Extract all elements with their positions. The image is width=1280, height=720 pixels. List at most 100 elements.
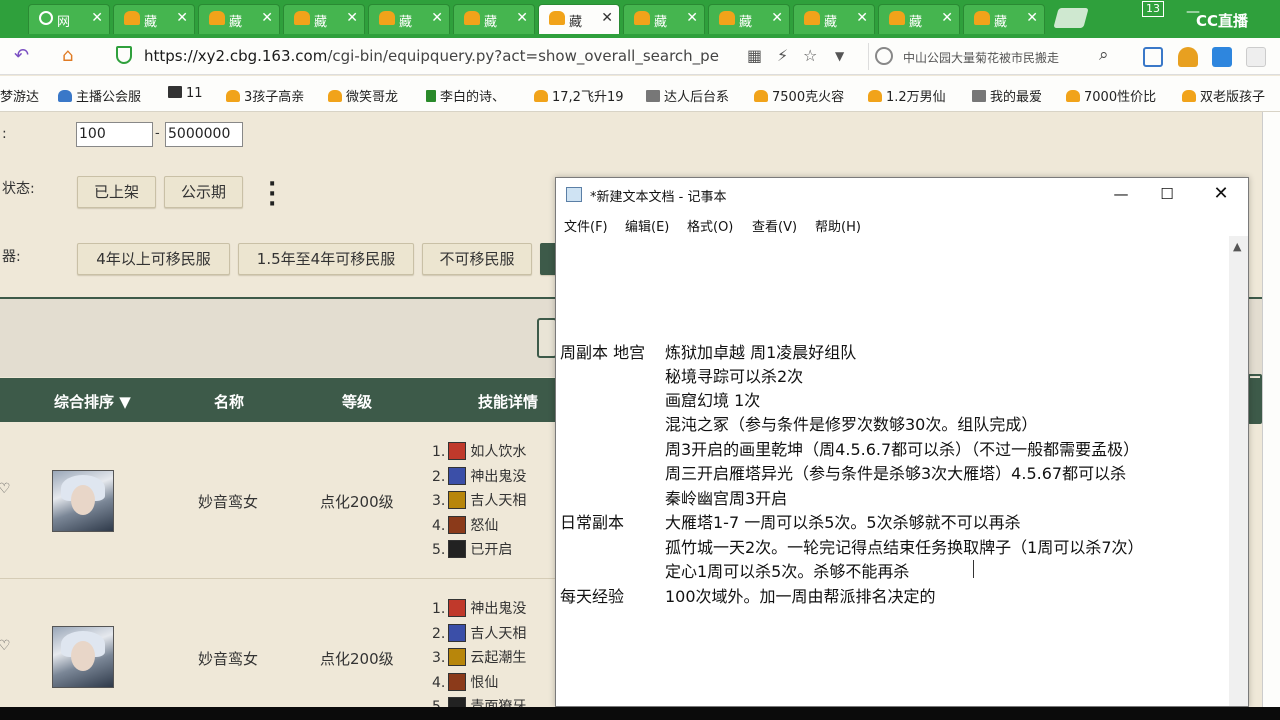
bookmark-6[interactable]: 17,2飞升19 <box>534 86 624 105</box>
close-tab-icon[interactable]: ✕ <box>686 10 698 26</box>
translate-icon[interactable] <box>1212 47 1232 67</box>
search-box[interactable]: 中山公园大量菊花被市民搬走 ⌕ <box>868 43 1120 70</box>
migrate-none-button[interactable]: 不可移民服 <box>422 243 532 275</box>
close-button[interactable]: ✕ <box>1198 182 1244 206</box>
bookmark-8[interactable]: 7500克火容 <box>754 86 844 105</box>
star-icon[interactable]: ☆ <box>803 46 817 65</box>
heart-icon[interactable]: ♡ <box>0 481 11 497</box>
close-tab-icon[interactable]: ✕ <box>601 10 613 26</box>
search-input[interactable]: 中山公园大量菊花被市民搬走 <box>903 49 1089 66</box>
skill-icon[interactable] <box>448 540 467 558</box>
menu-file[interactable]: 文件(F) <box>564 216 608 235</box>
bookmark-5[interactable]: 李白的诗、 <box>426 86 505 105</box>
bookmark-9[interactable]: 1.2万男仙 <box>868 86 946 105</box>
sort-header[interactable]: 综合排序 ▼ <box>54 391 131 412</box>
notepad-window[interactable]: *新建文本文档 - 记事本 — ☐ ✕ 文件(F) 编辑(E) 格式(O) 查看… <box>555 177 1249 707</box>
browser-tab-1[interactable]: 藏 ✕ <box>113 4 195 34</box>
key-icon[interactable] <box>1178 47 1198 67</box>
login-icon[interactable] <box>1143 47 1163 67</box>
scroll-up-icon[interactable]: ▲ <box>1233 240 1241 253</box>
chevron-down-icon[interactable]: ▼ <box>835 49 844 63</box>
skill-icon[interactable] <box>448 442 467 460</box>
close-tab-icon[interactable]: ✕ <box>516 10 528 26</box>
url-field[interactable]: https://xy2.cbg.163.com/cgi-bin/equipque… <box>110 43 855 70</box>
tab-count-badge[interactable]: 13 <box>1142 1 1164 17</box>
migrate-4y-button[interactable]: 4年以上可移民服 <box>77 243 230 275</box>
table-row[interactable]: ♡ 妙音鸾女 点化200级 1. 如人饮水 2. 神出鬼没 3. 吉人天相 4. 怒仙 … <box>0 423 556 579</box>
view-toggle-button[interactable] <box>537 318 557 358</box>
search-icon[interactable]: ⌕ <box>1099 45 1109 65</box>
item-name[interactable]: 妙音鸾女 <box>198 491 258 512</box>
new-tab-button[interactable] <box>1053 8 1089 28</box>
menu-view[interactable]: 查看(V) <box>752 216 797 235</box>
menu-format[interactable]: 格式(O) <box>687 216 733 235</box>
browser-tab-6-active[interactable]: 藏 ✕ <box>538 4 620 34</box>
bookmark-11[interactable]: 7000性价比 <box>1066 86 1156 105</box>
browser-tab-9[interactable]: 藏 ✕ <box>793 4 875 34</box>
side-panel-tab[interactable] <box>1248 374 1262 424</box>
migrate-1-5y-button[interactable]: 1.5年至4年可移民服 <box>238 243 414 275</box>
browser-tab-7[interactable]: 藏 ✕ <box>623 4 705 34</box>
bookmark-2[interactable]: 11 <box>168 86 203 101</box>
lightning-icon[interactable]: ⚡ <box>777 46 788 65</box>
menu-edit[interactable]: 编辑(E) <box>625 216 669 235</box>
bookmark-1[interactable]: 主播公会服 <box>58 86 141 105</box>
skill-icon[interactable] <box>448 648 467 666</box>
gift-icon <box>1066 90 1080 102</box>
avatar[interactable] <box>52 470 114 532</box>
notepad-titlebar[interactable]: *新建文本文档 - 记事本 — ☐ ✕ <box>556 178 1248 210</box>
close-tab-icon[interactable]: ✕ <box>91 10 103 26</box>
browser-tab-0[interactable]: 网 ✕ <box>28 4 110 34</box>
status-public-button[interactable]: 公示期 <box>164 176 243 208</box>
close-tab-icon[interactable]: ✕ <box>1026 10 1038 26</box>
more-vertical-icon[interactable]: · · · <box>268 174 276 216</box>
undo-icon[interactable]: ↶ <box>14 45 29 66</box>
skill-icon[interactable] <box>448 672 467 691</box>
page-scrollbar[interactable] <box>1262 112 1280 707</box>
close-tab-icon[interactable]: ✕ <box>261 10 273 26</box>
heart-icon[interactable]: ♡ <box>0 638 11 654</box>
browser-tab-11[interactable]: 藏 ✕ <box>963 4 1045 34</box>
maximize-button[interactable]: ☐ <box>1144 182 1190 206</box>
skill-icon[interactable] <box>448 599 467 617</box>
avatar[interactable] <box>52 626 114 688</box>
notepad-scrollbar[interactable]: ▲ <box>1229 236 1248 706</box>
bookmark-7[interactable]: 达人后台系 <box>646 86 729 105</box>
browser-tab-10[interactable]: 藏 ✕ <box>878 4 960 34</box>
bookmark-12[interactable]: 双老版孩子 <box>1182 86 1265 105</box>
skill-icon[interactable] <box>448 491 467 509</box>
close-tab-icon[interactable]: ✕ <box>431 10 443 26</box>
skill-icon[interactable] <box>448 466 467 485</box>
table-row[interactable]: ♡ 妙音鸾女 点化200级 1. 神出鬼没 2. 吉人天相 3. 云起潮生 4. 恨仙 … <box>0 580 556 707</box>
menu-help[interactable]: 帮助(H) <box>815 216 861 235</box>
price-max-input[interactable]: 5000000 <box>165 122 243 147</box>
skill-icon[interactable] <box>448 623 467 642</box>
skill-icon[interactable] <box>448 515 467 534</box>
status-listed-button[interactable]: 已上架 <box>77 176 156 208</box>
close-tab-icon[interactable]: ✕ <box>856 10 868 26</box>
bookmark-0[interactable]: 梦游达 <box>0 86 39 105</box>
close-tab-icon[interactable]: ✕ <box>771 10 783 26</box>
close-tab-icon[interactable]: ✕ <box>346 10 358 26</box>
grid-icon[interactable]: ▦ <box>747 46 762 65</box>
home-icon[interactable]: ⌂ <box>62 45 73 66</box>
notepad-text-area[interactable]: 周副本 地宫 炼狱加卓越 周1凌晨好组队 秘境寻踪可以杀2次 画窟幻境 1次 混… <box>558 236 1228 706</box>
close-tab-icon[interactable]: ✕ <box>176 10 188 26</box>
text-line: 大雁塔1-7 一周可以杀5次。5次杀够就不可以再杀 <box>665 513 1021 532</box>
browser-tab-5[interactable]: 藏 ✕ <box>453 4 535 34</box>
avatar-face <box>71 641 95 671</box>
browser-tab-2[interactable]: 藏 ✕ <box>198 4 280 34</box>
browser-tab-8[interactable]: 藏 ✕ <box>708 4 790 34</box>
price-min-input[interactable]: 100 <box>76 122 153 147</box>
url-text[interactable]: https://xy2.cbg.163.com/cgi-bin/equipque… <box>144 47 739 65</box>
browser-tab-3[interactable]: 藏 ✕ <box>283 4 365 34</box>
bookmark-4[interactable]: 微笑哥龙 <box>328 86 398 105</box>
minimize-button[interactable]: — <box>1098 182 1144 206</box>
close-tab-icon[interactable]: ✕ <box>941 10 953 26</box>
bookmark-10[interactable]: 我的最爱 <box>972 86 1042 105</box>
skill-icon[interactable] <box>448 697 467 707</box>
bookmark-3[interactable]: 3孩子高亲 <box>226 86 304 105</box>
extensions-icon[interactable] <box>1246 47 1266 67</box>
browser-tab-4[interactable]: 藏 ✕ <box>368 4 450 34</box>
item-name[interactable]: 妙音鸾女 <box>198 648 258 669</box>
